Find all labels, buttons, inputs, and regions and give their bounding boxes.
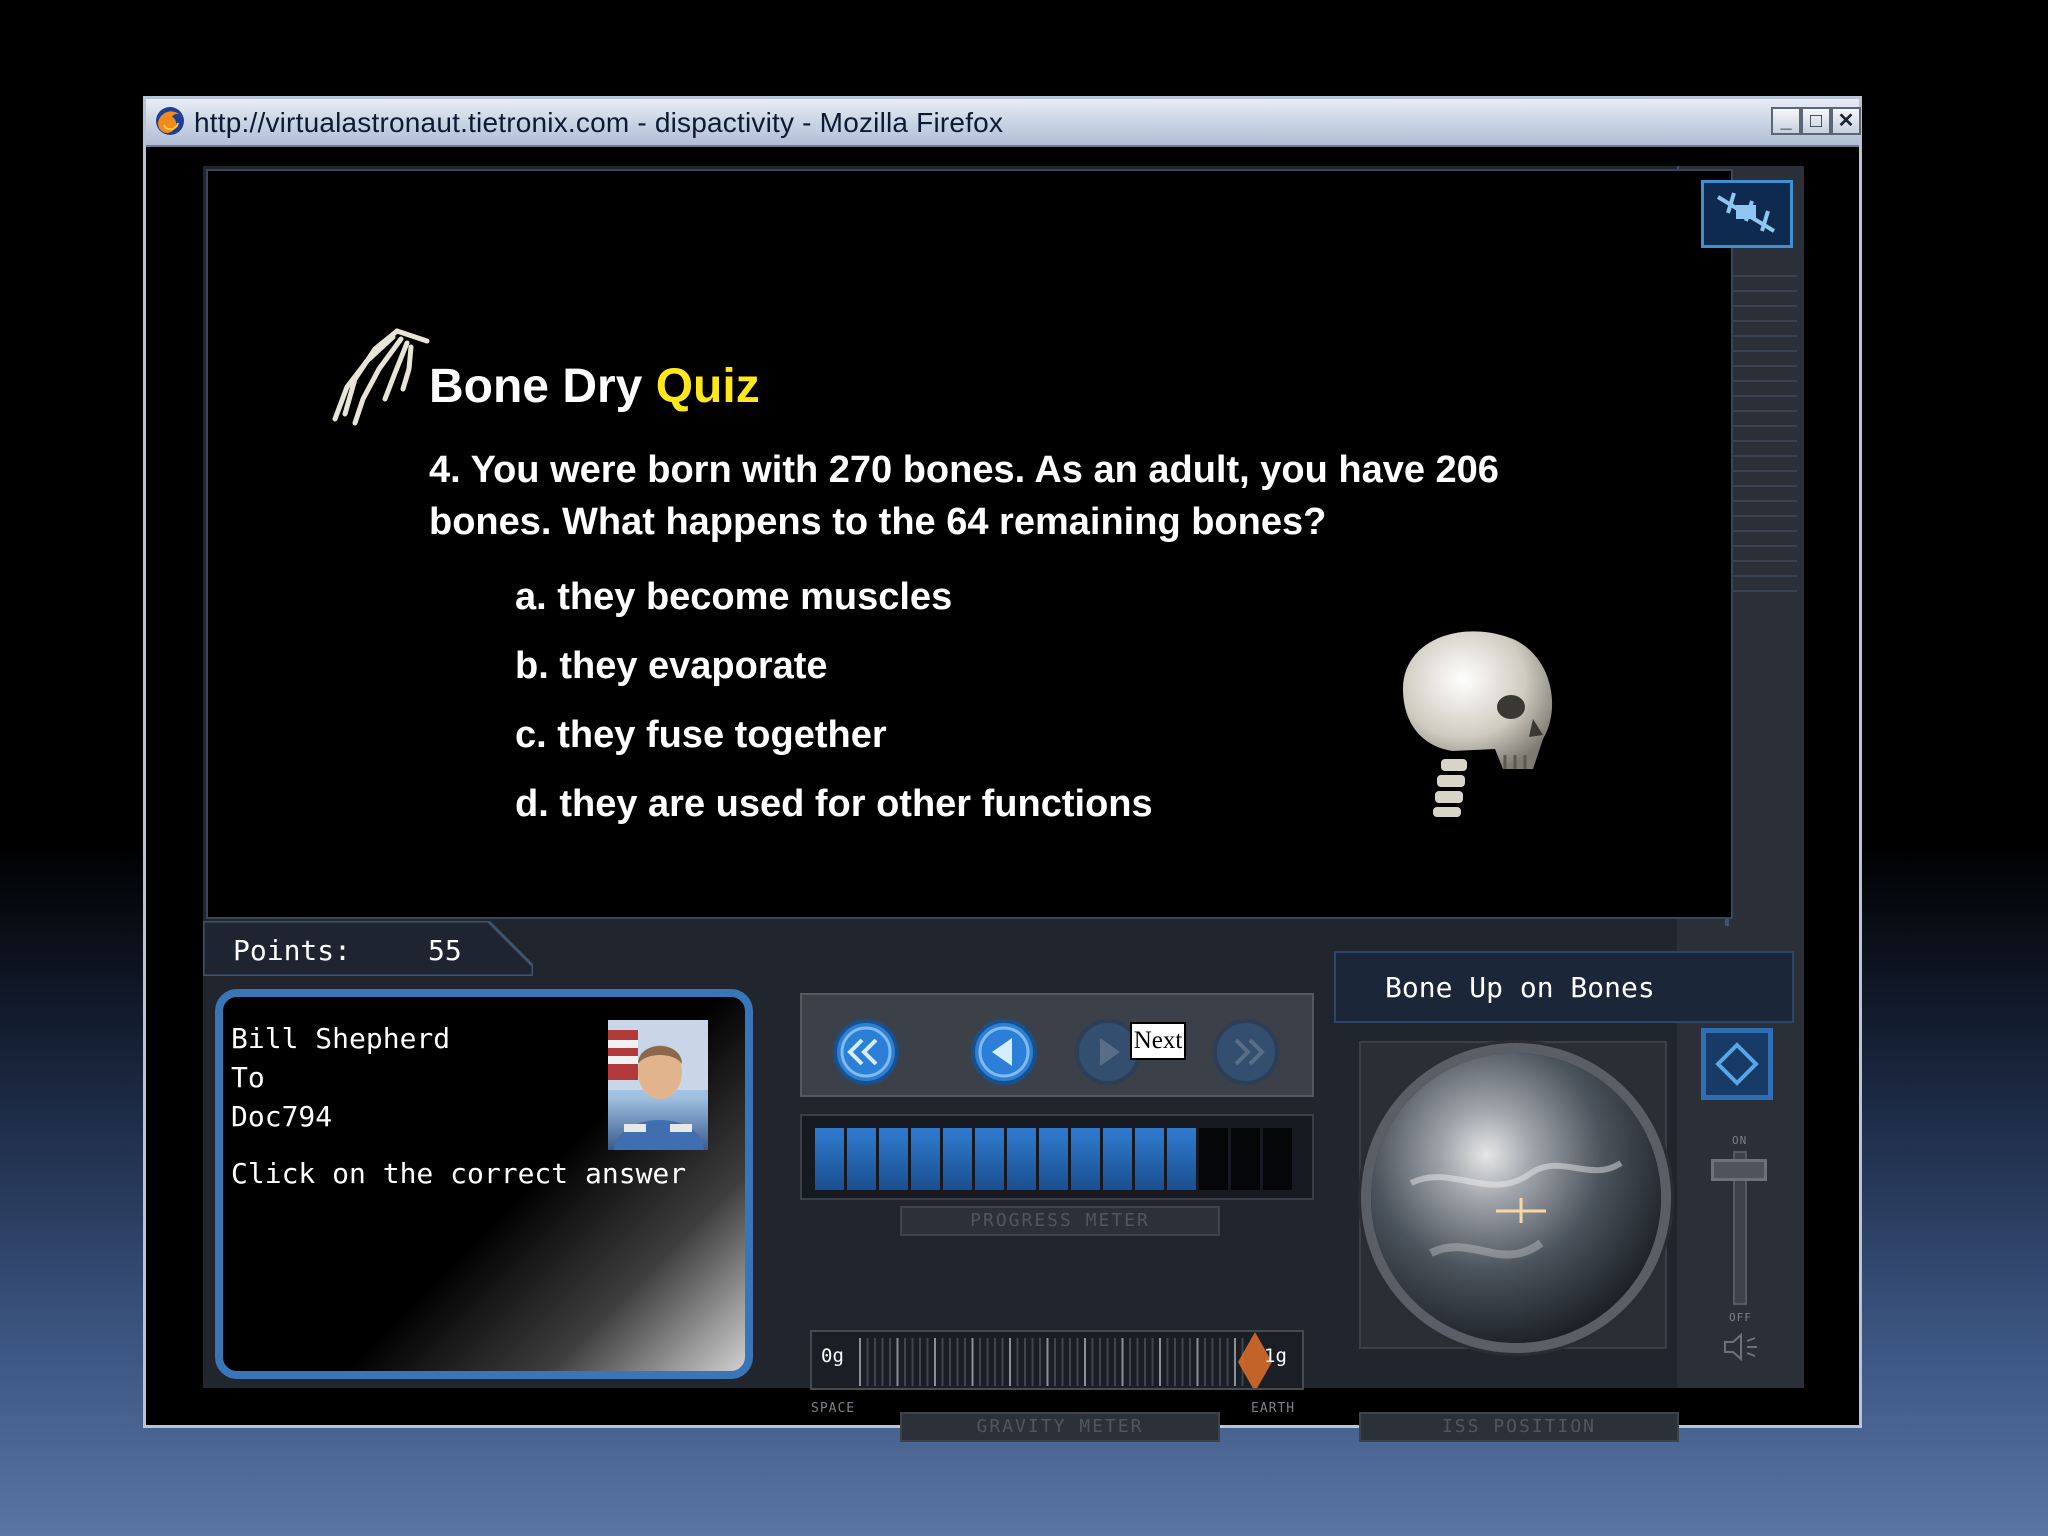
diamond-icon — [1715, 1042, 1759, 1086]
progress-segment — [943, 1128, 972, 1190]
window-title: http://virtualastronaut.tietronix.com - … — [194, 107, 1004, 138]
progress-segment — [1071, 1128, 1100, 1190]
iss-position-label: ISS POSITION — [1359, 1412, 1679, 1442]
progress-segment — [1103, 1128, 1132, 1190]
progress-segment — [847, 1128, 876, 1190]
progress-segment — [1167, 1128, 1196, 1190]
quiz-title-accent: Quiz — [655, 360, 760, 413]
maximize-button[interactable]: □ — [1801, 107, 1831, 135]
message-to-label: To — [231, 1061, 265, 1094]
progress-segment — [879, 1128, 908, 1190]
answer-option-b[interactable]: b. they evaporate — [515, 645, 828, 688]
next-tooltip: Next — [1130, 1022, 1186, 1060]
progress-meter-label: PROGRESS METER — [900, 1206, 1220, 1236]
progress-segment — [1263, 1128, 1292, 1190]
progress-segment — [1039, 1128, 1068, 1190]
firefox-icon — [156, 107, 184, 135]
message-recipient: Doc794 — [231, 1100, 333, 1133]
progress-segment — [1199, 1128, 1228, 1190]
message-sender: Bill Shepherd — [231, 1022, 451, 1055]
points-label: Points: — [233, 934, 352, 967]
navigation-panel — [800, 993, 1314, 1097]
answer-option-c[interactable]: c. they fuse together — [515, 714, 887, 757]
gravity-max-label: 1g — [1264, 1345, 1287, 1367]
progress-segment — [815, 1128, 844, 1190]
answer-option-d[interactable]: d. they are used for other functions — [515, 783, 1153, 826]
iss-station-button[interactable] — [1701, 180, 1793, 248]
topic-title: Bone Up on Bones — [1385, 971, 1655, 1004]
gravity-meter-label: GRAVITY METER — [900, 1412, 1220, 1442]
progress-meter — [800, 1114, 1314, 1200]
speaker-icon[interactable] — [1721, 1332, 1763, 1362]
progress-segment — [1135, 1128, 1164, 1190]
iss-orbit-marker — [1409, 1160, 1623, 1259]
gravity-min-label: 0g — [821, 1345, 844, 1367]
skeleton-hand-icon — [332, 328, 430, 426]
quiz-title-main: Bone Dry — [429, 360, 643, 413]
answer-option-a[interactable]: a. they become muscles — [515, 576, 952, 619]
sound-button[interactable] — [1701, 1028, 1773, 1100]
skull-illustration — [1403, 631, 1553, 817]
astronaut-photo — [608, 1020, 708, 1150]
space-station-icon — [1716, 192, 1776, 233]
gravity-scale — [812, 1332, 1302, 1388]
volume-off-label: OFF — [1729, 1311, 1752, 1324]
volume-on-label: ON — [1732, 1134, 1748, 1147]
volume-slider-knob[interactable] — [1711, 1159, 1767, 1181]
browser-window: http://virtualastronaut.tietronix.com - … — [143, 96, 1862, 1442]
last-page-button[interactable] — [1212, 1018, 1280, 1086]
gravity-space-caption: SPACE — [811, 1401, 856, 1416]
progress-segment — [1007, 1128, 1036, 1190]
progress-segments — [815, 1128, 1292, 1190]
points-value: 55 — [428, 934, 462, 967]
first-page-button[interactable] — [832, 1018, 900, 1086]
quiz-application: Bone Dry Quiz 4. You were born with 270 … — [203, 166, 1804, 1442]
back-button[interactable] — [970, 1018, 1038, 1086]
progress-segment — [1231, 1128, 1260, 1190]
window-titlebar[interactable]: http://virtualastronaut.tietronix.com - … — [146, 99, 1861, 147]
progress-segment — [975, 1128, 1004, 1190]
message-instruction: Click on the correct answer — [231, 1157, 687, 1190]
gravity-earth-caption: EARTH — [1251, 1401, 1296, 1416]
close-button[interactable]: ✕ — [1831, 107, 1861, 135]
minimize-button[interactable]: _ — [1771, 107, 1801, 135]
gravity-meter — [810, 1330, 1304, 1390]
earth-globe[interactable] — [1371, 1053, 1661, 1343]
question-text: 4. You were born with 270 bones. As an a… — [429, 449, 1499, 543]
quiz-title: Bone Dry Quiz — [429, 359, 760, 414]
progress-segment — [911, 1128, 940, 1190]
